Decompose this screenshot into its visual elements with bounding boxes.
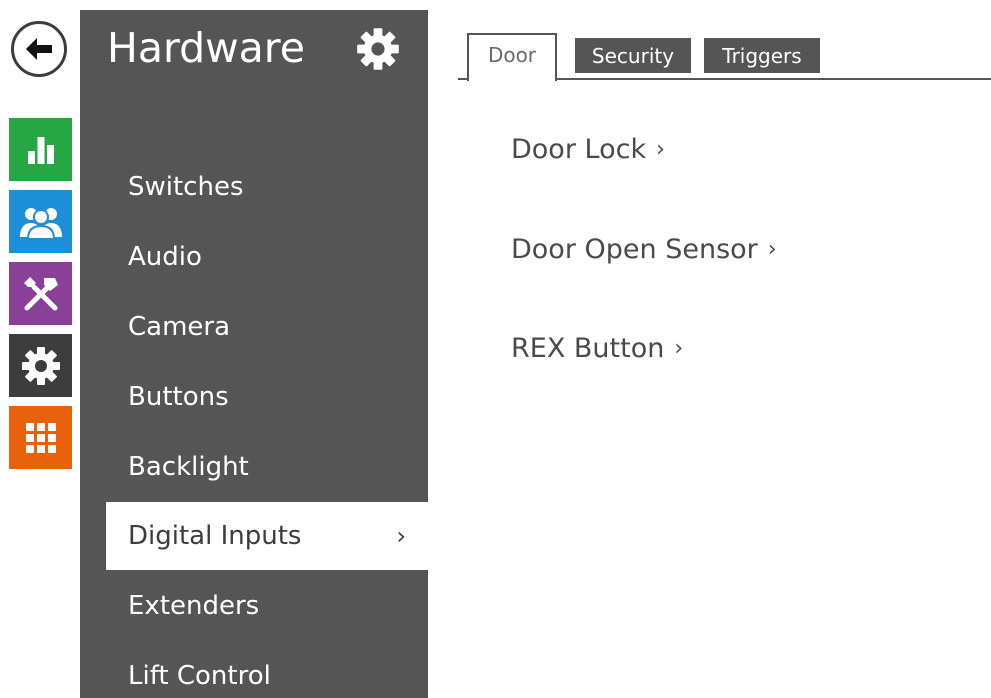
sidebar-item-label: Buttons xyxy=(128,382,229,412)
tools-icon xyxy=(23,276,58,310)
sidebar-item-extenders[interactable]: Extenders xyxy=(106,572,428,640)
sidebar-title: Hardware xyxy=(107,24,305,72)
sidebar-item-backlight[interactable]: Backlight xyxy=(106,433,428,501)
sidebar-item-buttons[interactable]: Buttons xyxy=(106,363,428,431)
rex-button-link[interactable]: REX Button › xyxy=(511,329,683,367)
link-label: Door Lock xyxy=(511,133,647,165)
chevron-right-icon: › xyxy=(656,136,665,162)
sidebar-item-audio[interactable]: Audio xyxy=(106,223,428,291)
sidebar-item-label: Digital Inputs xyxy=(128,521,302,551)
sidebar-item-camera[interactable]: Camera xyxy=(106,293,428,361)
sidebar: Hardware Switches Audio Camera Buttons B… xyxy=(80,10,428,698)
users-icon xyxy=(19,207,62,240)
door-open-sensor-link[interactable]: Door Open Sensor › xyxy=(511,230,777,268)
back-button[interactable] xyxy=(11,21,67,77)
sidebar-item-label: Camera xyxy=(128,312,231,342)
link-label: REX Button xyxy=(511,332,665,364)
sidebar-item-switches[interactable]: Switches xyxy=(106,153,428,221)
app-window: Hardware Switches Audio Camera Buttons B… xyxy=(0,0,991,698)
sidebar-item-label: Extenders xyxy=(128,591,260,621)
rail-status-button[interactable] xyxy=(9,118,72,181)
chevron-right-icon: › xyxy=(396,522,406,550)
sidebar-item-label: Backlight xyxy=(128,452,249,482)
grid-icon xyxy=(25,422,56,453)
sidebar-item-label: Lift Control xyxy=(128,661,271,691)
sidebar-item-label: Switches xyxy=(128,172,244,202)
chevron-right-icon: › xyxy=(767,236,777,262)
sidebar-item-digital-inputs[interactable]: Digital Inputs › xyxy=(106,502,428,570)
sidebar-settings-button[interactable] xyxy=(355,26,401,72)
gear-icon xyxy=(21,346,60,385)
tab-door[interactable]: Door xyxy=(467,33,557,81)
rail-hardware-button[interactable] xyxy=(9,262,72,325)
link-label: Door Open Sensor xyxy=(511,233,758,265)
chevron-right-icon: › xyxy=(674,335,684,361)
sidebar-item-label: Audio xyxy=(128,242,202,272)
tab-triggers[interactable]: Triggers xyxy=(704,38,820,73)
sidebar-item-lift-control[interactable]: Lift Control xyxy=(106,642,428,698)
rail-directory-button[interactable] xyxy=(9,190,72,253)
rail-services-button[interactable] xyxy=(9,406,72,469)
bar-chart-icon xyxy=(27,136,54,164)
arrow-left-icon xyxy=(26,38,52,60)
door-lock-link[interactable]: Door Lock › xyxy=(511,130,665,168)
tab-security[interactable]: Security xyxy=(575,38,691,73)
rail-system-button[interactable] xyxy=(9,334,72,397)
gear-icon xyxy=(357,28,399,70)
